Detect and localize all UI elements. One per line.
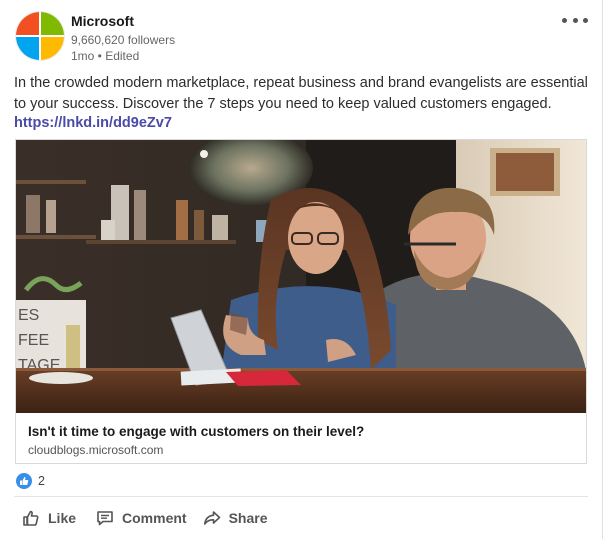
logo-red-square [16, 12, 40, 36]
logo-yellow-square [40, 36, 64, 60]
social-actions-bar: Like Comment Share [16, 505, 268, 531]
article-domain: cloudblogs.microsoft.com [28, 443, 164, 457]
share-button[interactable]: Share [203, 505, 268, 531]
reactions-summary[interactable]: 2 [16, 473, 45, 489]
comment-button[interactable]: Comment [96, 505, 187, 531]
like-label: Like [48, 510, 77, 526]
company-name[interactable]: Microsoft [71, 13, 134, 29]
more-options-icon[interactable] [562, 12, 588, 28]
sign-line-1: ES [18, 307, 39, 324]
article-photo: ES FEE TAGE [16, 140, 586, 413]
logo-green-square [40, 12, 64, 36]
logo-blue-square [16, 36, 40, 60]
feed-post-card: Microsoft 9,660,620 followers 1mo • Edit… [0, 0, 603, 539]
actions-divider [14, 496, 588, 497]
like-button[interactable]: Like [22, 505, 76, 531]
share-arrow-icon [203, 509, 221, 527]
post-body-text: In the crowded modern marketplace, repea… [14, 75, 588, 112]
logo-gap-vertical [39, 12, 41, 60]
article-preview[interactable]: ES FEE TAGE Isn't it time to engage with… [15, 139, 587, 464]
thumbs-up-icon [22, 509, 40, 527]
follower-count: 9,660,620 followers [71, 33, 176, 47]
sign-line-2: FEE [18, 332, 49, 349]
comment-label: Comment [122, 510, 187, 526]
like-reaction-icon [16, 473, 32, 489]
microsoft-logo-avatar[interactable] [16, 12, 64, 60]
comment-icon [96, 509, 114, 527]
reaction-count: 2 [38, 474, 45, 488]
share-label: Share [228, 510, 268, 526]
post-link[interactable]: https://lnkd.in/dd9eZv7 [14, 115, 172, 131]
post-timestamp: 1mo • Edited [71, 49, 140, 63]
article-title[interactable]: Isn't it time to engage with customers o… [28, 424, 364, 439]
